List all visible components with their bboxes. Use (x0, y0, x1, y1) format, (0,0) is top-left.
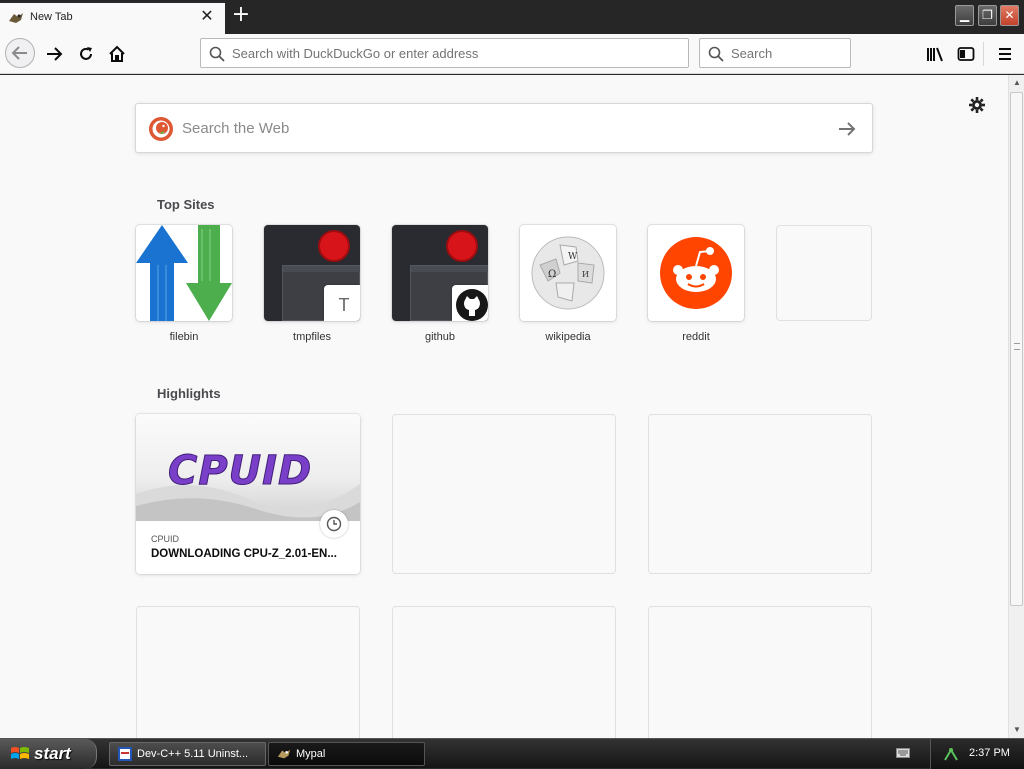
cpuid-logo-text: CPUID (167, 448, 313, 495)
toolbar-separator (983, 42, 984, 66)
top-sites-heading: Top Sites (157, 197, 215, 212)
top-site-github[interactable] (392, 225, 488, 321)
gear-icon (969, 97, 985, 113)
top-site-label: filebin (169, 331, 199, 343)
reddit-alien-icon (660, 237, 732, 309)
home-button[interactable] (103, 40, 131, 68)
forward-arrow-icon (47, 47, 63, 61)
web-search-box[interactable] (135, 103, 873, 153)
top-site-wikipedia[interactable]: Ω W И (520, 225, 616, 321)
taskbar-clock[interactable]: 2:37 PM (969, 747, 1010, 759)
restore-window-button[interactable]: ❐ (978, 5, 997, 26)
top-site-filebin[interactable] (136, 225, 232, 321)
highlight-thumbnail: CPUID (136, 414, 360, 521)
tab-close-icon[interactable]: ✕ (198, 8, 216, 26)
library-button[interactable] (921, 40, 949, 68)
scroll-up-arrow-icon[interactable]: ▲ (1009, 75, 1024, 91)
highlight-empty-slot (392, 606, 616, 738)
top-site-label: wikipedia (545, 331, 591, 343)
highlight-empty-slot (392, 414, 616, 574)
sidebar-icon (957, 47, 975, 61)
duckduckgo-logo-icon (149, 117, 173, 141)
tmpfiles-badge-letter: T (338, 294, 350, 315)
search-icon (209, 46, 225, 62)
forward-button[interactable] (40, 40, 68, 68)
reload-button[interactable] (72, 40, 100, 68)
svg-text:И: И (582, 270, 589, 279)
back-arrow-icon (11, 46, 27, 60)
tab-title: New Tab (30, 11, 73, 23)
address-input[interactable] (232, 39, 682, 67)
taskbar-item-devcpp[interactable]: Dev-C++ 5.11 Uninst... (109, 742, 266, 766)
sidebar-button[interactable] (952, 40, 980, 68)
navigation-toolbar (0, 34, 1024, 74)
github-icon (456, 289, 488, 321)
address-bar[interactable] (200, 38, 689, 68)
stop-hand-icon (446, 230, 478, 262)
start-button[interactable]: start (0, 739, 97, 769)
back-button[interactable] (5, 38, 35, 68)
tmpfiles-badge: T (324, 285, 360, 321)
system-tray: 2:37 PM (930, 739, 1024, 769)
taskbar-item-label: Dev-C++ 5.11 Uninst... (137, 748, 249, 760)
search-bar[interactable] (699, 38, 851, 68)
mypal-favicon-icon (9, 13, 23, 23)
top-site-label: github (425, 331, 455, 343)
keyboard-icon[interactable] (896, 747, 910, 759)
web-search-input[interactable] (182, 104, 822, 152)
reload-icon (80, 47, 92, 60)
scrollbar-grip (1014, 343, 1020, 350)
new-tab-button[interactable]: + (229, 4, 253, 28)
library-icon (927, 47, 943, 62)
highlight-card-cpuid[interactable]: CPUID CPUID DOWNLOADING CPU-Z_2.01-EN... (136, 414, 360, 574)
taskbar-item-mypal[interactable]: Mypal (268, 742, 425, 766)
highlight-source: CPUID (151, 534, 180, 544)
close-window-button[interactable]: ✕ (1000, 5, 1019, 26)
highlights-heading: Highlights (157, 386, 221, 401)
filebin-arrows-icon (136, 225, 232, 321)
vertical-scrollbar[interactable]: ▲ ▼ (1008, 75, 1024, 738)
page-settings-button[interactable] (967, 95, 987, 115)
devcpp-icon (118, 747, 132, 761)
top-site-label: tmpfiles (293, 331, 331, 343)
home-icon (109, 45, 125, 62)
top-site-reddit[interactable] (648, 225, 744, 321)
highlight-empty-slot (648, 414, 872, 574)
wikipedia-globe-icon: Ω W И (531, 236, 605, 310)
minimize-window-button[interactable]: ▁ (955, 5, 974, 26)
menu-button[interactable] (991, 40, 1019, 68)
windows-logo-icon (11, 747, 29, 759)
search-icon (708, 46, 724, 62)
hamburger-menu-icon (999, 48, 1011, 60)
mypal-favicon-icon (277, 749, 291, 759)
scroll-down-arrow-icon[interactable]: ▼ (1009, 722, 1024, 738)
svg-text:Ω: Ω (548, 269, 556, 280)
top-site-tmpfiles[interactable]: T (264, 225, 360, 321)
search-input[interactable] (731, 39, 846, 67)
highlight-empty-slot (136, 606, 360, 738)
network-icon[interactable] (943, 746, 959, 762)
top-site-label: reddit (682, 331, 710, 343)
taskbar: start Dev-C++ 5.11 Uninst... Mypal 2:37 … (0, 738, 1024, 769)
highlight-empty-slot (648, 606, 872, 738)
svg-text:W: W (568, 252, 578, 262)
scrollbar-thumb[interactable] (1010, 92, 1023, 606)
github-badge (452, 285, 488, 321)
search-submit-arrow-icon[interactable] (836, 118, 858, 140)
start-label: start (34, 744, 71, 763)
stop-hand-icon (318, 230, 350, 262)
top-site-empty-slot (776, 225, 872, 321)
visited-clock-icon (320, 510, 348, 538)
tab-new-tab[interactable]: New Tab ✕ (0, 1, 225, 34)
taskbar-item-label: Mypal (296, 748, 326, 760)
highlight-title: DOWNLOADING CPU-Z_2.01-EN... (151, 548, 337, 560)
tab-strip: New Tab ✕ + ▁ ❐ ✕ (0, 0, 1024, 34)
new-tab-page: Top Sites filebin T tmpfiles github (0, 75, 1008, 738)
